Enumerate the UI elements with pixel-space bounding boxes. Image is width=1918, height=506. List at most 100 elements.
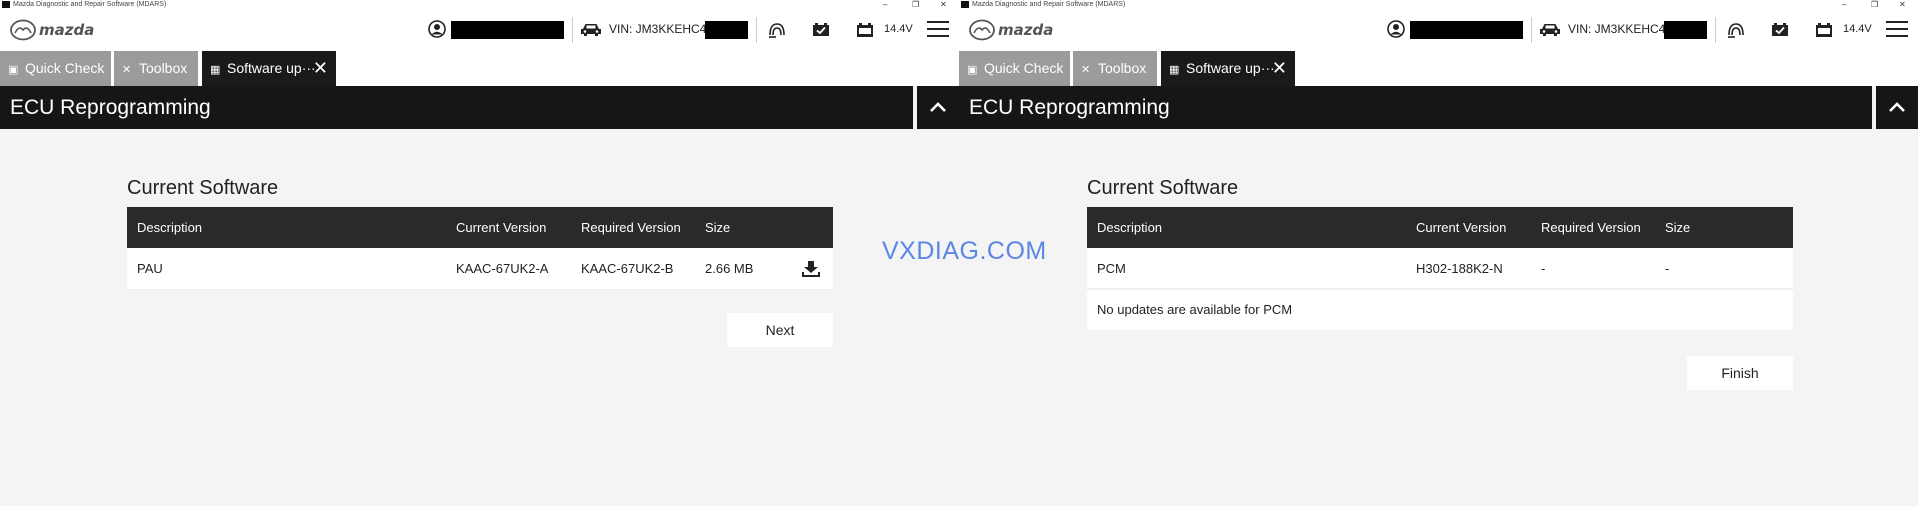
col-size: Size xyxy=(705,220,731,235)
cell-size: - xyxy=(1665,261,1670,276)
software-table: Description Current Version Required Ver… xyxy=(127,207,833,290)
wrench-screwdriver-icon: ✕ xyxy=(1081,64,1091,76)
app-header: mazda VIN: JM3KKEHC4R 14.4V xyxy=(0,9,959,51)
screenshot: Mazda Diagnostic and Repair Software (MD… xyxy=(0,0,1918,506)
page-title: ECU Reprogramming xyxy=(969,96,1170,119)
page-header: ECU Reprogramming xyxy=(959,86,1872,129)
tab-label: Toolbox xyxy=(139,60,188,76)
collapse-button[interactable] xyxy=(1876,86,1918,129)
app-icon xyxy=(961,1,969,8)
col-description: Description xyxy=(137,220,203,235)
tab-label: Software up··· xyxy=(1186,60,1275,76)
divider xyxy=(1715,17,1716,43)
vin-label: VIN: JM3KKEHC4R xyxy=(1568,22,1675,36)
section-title: Current Software xyxy=(127,177,279,199)
collapse-button[interactable] xyxy=(917,86,959,129)
minimize-button[interactable]: – xyxy=(883,0,887,9)
divider xyxy=(756,17,757,43)
watermark: VXDIAG.COM xyxy=(882,237,1047,265)
redacted-user-name xyxy=(1410,21,1523,39)
finish-button[interactable]: Finish xyxy=(1687,356,1793,390)
app-icon xyxy=(2,1,10,8)
tab-quick-check[interactable]: ▣ Quick Check xyxy=(959,51,1070,86)
tab-toolbox[interactable]: ✕ Toolbox xyxy=(114,51,198,86)
left-window: Mazda Diagnostic and Repair Software (MD… xyxy=(0,0,959,506)
tab-quick-check[interactable]: ▣ Quick Check xyxy=(0,51,111,86)
divider xyxy=(1531,17,1532,43)
chevron-up-icon xyxy=(1889,102,1905,112)
restore-button[interactable]: ❐ xyxy=(1871,0,1878,9)
right-window: Mazda Diagnostic and Repair Software (MD… xyxy=(959,0,1918,506)
cell-description: PAU xyxy=(137,261,163,276)
wrench-screwdriver-icon: ✕ xyxy=(122,64,132,76)
battery-icon xyxy=(857,23,873,37)
tab-label: Toolbox xyxy=(1098,60,1147,76)
connection-icon[interactable] xyxy=(1726,20,1746,40)
col-current-version: Current Version xyxy=(1416,220,1507,235)
close-tab-icon[interactable]: ✕ xyxy=(313,51,328,86)
cell-required-version: KAAC-67UK2-B xyxy=(581,261,674,276)
tab-bar: ▣ Quick Check ✕ Toolbox ▦ Software up··· ✕ xyxy=(0,51,959,86)
minimize-button[interactable]: – xyxy=(1842,0,1846,9)
col-description: Description xyxy=(1097,220,1163,235)
hamburger-menu-button[interactable] xyxy=(927,21,949,37)
chip-icon: ▦ xyxy=(210,64,221,76)
toolbox-icon: ▣ xyxy=(8,64,19,76)
cell-current-version: KAAC-67UK2-A xyxy=(456,261,549,276)
restore-button[interactable]: ❐ xyxy=(912,0,919,9)
title-bar: Mazda Diagnostic and Repair Software (MD… xyxy=(959,0,1918,9)
table-row: PCM H302-188K2-N - - xyxy=(1087,248,1793,290)
hamburger-menu-button[interactable] xyxy=(1886,21,1908,37)
car-icon xyxy=(581,24,601,36)
window-title: Mazda Diagnostic and Repair Software (MD… xyxy=(13,1,167,8)
cell-size: 2.66 MB xyxy=(705,261,754,276)
chip-icon: ▦ xyxy=(1169,64,1180,76)
col-current-version: Current Version xyxy=(456,220,547,235)
voltage-readout: 14.4V xyxy=(1843,23,1872,35)
toolbox-icon: ▣ xyxy=(967,64,978,76)
chevron-up-icon xyxy=(930,102,946,112)
col-required-version: Required Version xyxy=(1541,220,1641,235)
title-bar: Mazda Diagnostic and Repair Software (MD… xyxy=(0,0,959,9)
tab-label: Software up··· xyxy=(227,60,316,76)
close-window-button[interactable]: ✕ xyxy=(1899,0,1906,9)
voltage-readout: 14.4V xyxy=(884,23,913,35)
user-icon[interactable] xyxy=(1387,20,1405,38)
user-icon[interactable] xyxy=(428,20,446,38)
no-updates-message: No updates are available for PCM xyxy=(1087,290,1793,330)
tab-software-update[interactable]: ▦ Software up··· ✕ xyxy=(1161,51,1295,86)
cell-description: PCM xyxy=(1097,261,1126,276)
mazda-logo: mazda xyxy=(10,19,110,41)
col-required-version: Required Version xyxy=(581,220,681,235)
table-header: Description Current Version Required Ver… xyxy=(127,207,833,248)
redacted-vin xyxy=(705,21,748,39)
section-title: Current Software xyxy=(1087,177,1239,199)
next-button[interactable]: Next xyxy=(727,313,833,347)
tab-software-update[interactable]: ▦ Software up··· ✕ xyxy=(202,51,336,86)
ecu-check-icon[interactable] xyxy=(1770,20,1790,40)
redacted-user-name xyxy=(451,21,564,39)
mazda-logo: mazda xyxy=(969,19,1069,41)
tab-label: Quick Check xyxy=(25,60,105,76)
car-icon xyxy=(1540,24,1560,36)
logo-text: mazda xyxy=(39,21,94,39)
vin-label: VIN: JM3KKEHC4R xyxy=(609,22,716,36)
connection-icon[interactable] xyxy=(767,20,787,40)
ecu-check-icon[interactable] xyxy=(811,20,831,40)
download-icon[interactable] xyxy=(801,260,821,278)
page-header: ECU Reprogramming xyxy=(0,86,913,129)
table-row: PAU KAAC-67UK2-A KAAC-67UK2-B 2.66 MB xyxy=(127,248,833,290)
tab-toolbox[interactable]: ✕ Toolbox xyxy=(1073,51,1157,86)
cell-current-version: H302-188K2-N xyxy=(1416,261,1503,276)
close-tab-icon[interactable]: ✕ xyxy=(1272,51,1287,86)
col-size: Size xyxy=(1665,220,1691,235)
tab-label: Quick Check xyxy=(984,60,1064,76)
redacted-vin xyxy=(1664,21,1707,39)
close-window-button[interactable]: ✕ xyxy=(940,0,947,9)
window-title: Mazda Diagnostic and Repair Software (MD… xyxy=(972,1,1126,8)
software-table: Description Current Version Required Ver… xyxy=(1087,207,1793,330)
divider xyxy=(572,17,573,43)
cell-required-version: - xyxy=(1541,261,1546,276)
tab-bar: ▣ Quick Check ✕ Toolbox ▦ Software up··· ✕ xyxy=(959,51,1918,86)
page-title: ECU Reprogramming xyxy=(10,96,211,119)
